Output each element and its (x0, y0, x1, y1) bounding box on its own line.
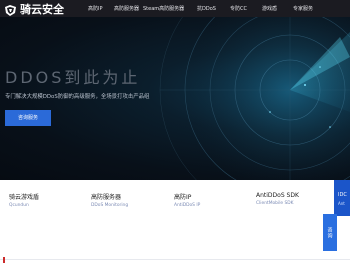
product-title: 高防IP (174, 194, 192, 201)
nav-item-expert-service[interactable]: 专家服务 (293, 5, 313, 12)
top-nav-bar: 骑云安全 高防IP 高防服务器 Steam高防服务器 抗DDoS 专防CC 游戏… (0, 0, 350, 17)
product-card-antiddos-sdk[interactable]: AntiDDoS SDK ClientMobile SDK (256, 192, 299, 206)
product-title: IDC (338, 192, 347, 198)
product-title: 高防服务器 (91, 194, 122, 201)
nav-item-anti-cc[interactable]: 专防CC (230, 5, 247, 12)
product-subtitle: DDoS Monitoring (91, 203, 129, 208)
product-subtitle: ClientMobile SDK (256, 201, 294, 206)
floating-consult-button[interactable]: 咨询 (323, 214, 337, 251)
product-subtitle: Qcundun (9, 203, 29, 208)
brand-name: 骑云安全 (20, 2, 64, 16)
nav-item-steam-server[interactable]: Steam高防服务器 (143, 5, 184, 12)
hero-banner: DDOS到此为止 专门解决大规模DDoS防御的高级服务，全场景打攻击产品组 咨询… (0, 17, 350, 180)
section-divider (0, 259, 350, 260)
cloud-shield-logo-icon (3, 2, 18, 16)
nav-item-game-shield[interactable]: 游戏盾 (262, 5, 277, 12)
product-card-game-shield[interactable]: 骑云游戏盾 Qcundun (9, 192, 39, 208)
product-title: AntiDDoS SDK (256, 192, 299, 199)
product-title: 骑云游戏盾 (9, 194, 40, 201)
product-card-high-defense-ip[interactable]: 高防IP AntiDDoS IP (174, 192, 200, 208)
product-subtitle: AntiDDoS IP (174, 203, 201, 208)
consult-service-button[interactable]: 咨询服务 (5, 110, 51, 126)
product-card-idc[interactable]: IDC Ant (334, 180, 350, 216)
brand-logo[interactable]: 骑云安全 (0, 0, 66, 17)
product-card-high-defense-server[interactable]: 高防服务器 DDoS Monitoring (91, 192, 128, 208)
hero-subtitle: 专门解决大规模DDoS防御的高级服务，全场景打攻击产品组 (5, 94, 150, 100)
hero-title: DDOS到此为止 (5, 68, 141, 87)
corner-accent (3, 257, 11, 263)
product-strip: 骑云游戏盾 Qcundun 高防服务器 DDoS Monitoring 高防IP… (0, 180, 350, 263)
nav-item-high-defense-ip[interactable]: 高防IP (88, 5, 103, 12)
nav-item-high-defense-server[interactable]: 高防服务器 (114, 5, 139, 12)
nav-item-anti-ddos[interactable]: 抗DDoS (197, 5, 216, 12)
product-subtitle: Ant (338, 201, 345, 206)
